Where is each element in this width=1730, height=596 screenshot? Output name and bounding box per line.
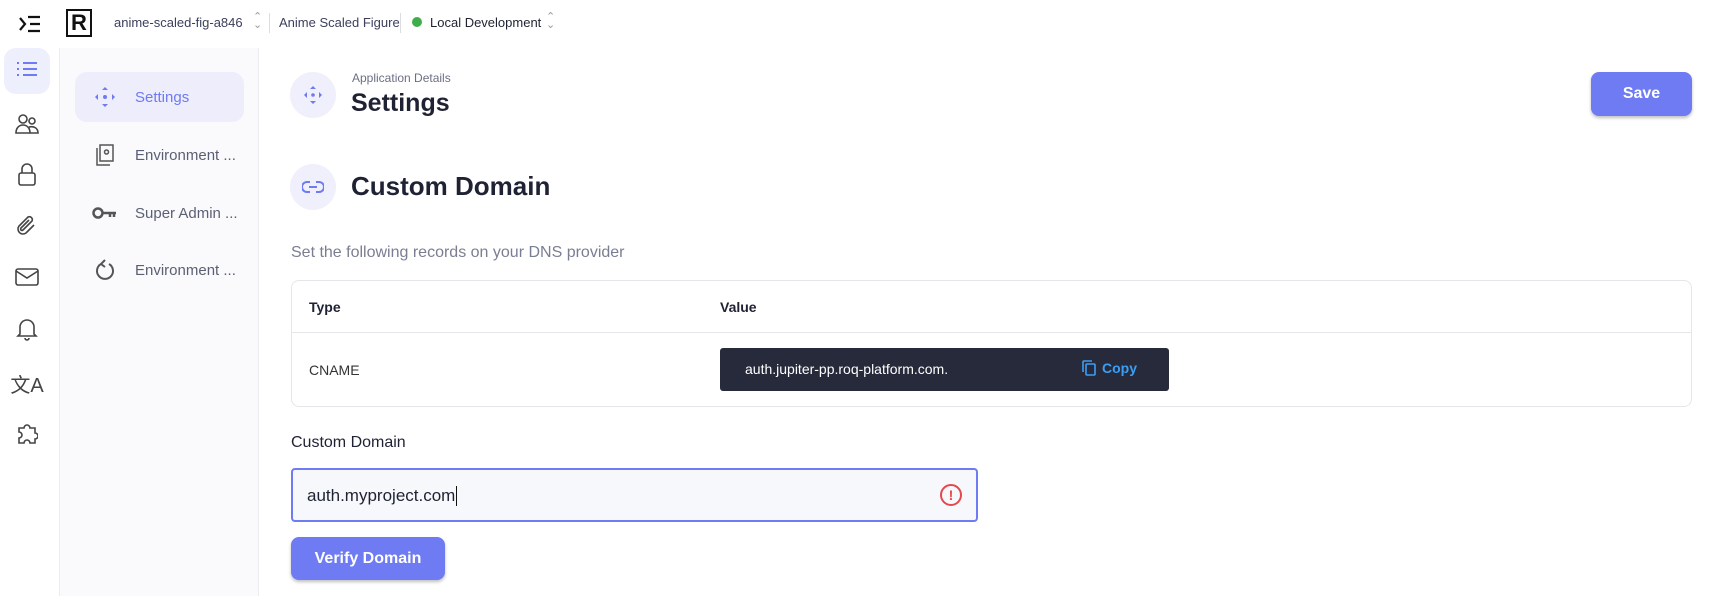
custom-domain-value: auth.myproject.com <box>307 486 458 506</box>
settings-sidebar: Settings Environment ... Super Admin ...… <box>60 48 259 596</box>
paperclip-icon <box>16 214 38 243</box>
lock-icon <box>17 162 37 192</box>
breadcrumb: Application Details <box>352 71 451 85</box>
verify-domain-button[interactable]: Verify Domain <box>291 537 445 580</box>
divider <box>269 13 270 33</box>
link-icon <box>302 181 324 193</box>
column-header-type: Type <box>309 299 341 315</box>
bell-icon <box>16 317 38 346</box>
move-icon <box>304 86 322 104</box>
nav-files[interactable] <box>4 205 50 251</box>
key-icon <box>85 205 125 221</box>
nav-security[interactable] <box>4 154 50 200</box>
chevron-updown-icon[interactable]: ⌃ ⌄ <box>253 12 262 31</box>
column-header-value: Value <box>720 299 757 315</box>
dns-records-table: Type Value CNAME auth.jupiter-pp.roq-pla… <box>291 280 1692 407</box>
collapse-menu-icon[interactable] <box>18 13 42 35</box>
record-value: auth.jupiter-pp.roq-platform.com. <box>745 361 949 377</box>
page-title: Settings <box>351 89 450 117</box>
custom-domain-header-icon <box>290 164 336 210</box>
users-icon <box>15 113 39 140</box>
error-icon: ! <box>940 484 962 506</box>
mail-icon <box>15 267 39 292</box>
copy-label: Copy <box>1102 360 1137 376</box>
nav-users[interactable] <box>4 103 50 149</box>
save-button[interactable]: Save <box>1591 72 1692 116</box>
sidebar-item-settings[interactable]: Settings <box>75 72 244 122</box>
record-value-box: auth.jupiter-pp.roq-platform.com. Copy <box>720 348 1169 391</box>
list-icon <box>16 60 38 83</box>
nav-list[interactable] <box>4 48 50 94</box>
icon-rail: 文A <box>0 48 60 596</box>
top-bar: R anime-scaled-fig-a846 ⌃ ⌄ Anime Scaled … <box>0 0 1730 48</box>
settings-header-icon <box>290 72 336 118</box>
puzzle-icon <box>16 422 39 449</box>
logo: R <box>66 9 92 37</box>
move-icon <box>85 85 125 109</box>
environment-config-icon <box>85 143 125 167</box>
refresh-icon <box>85 259 125 281</box>
nav-integrations[interactable] <box>4 412 50 458</box>
translate-icon: 文A <box>10 374 44 397</box>
sidebar-item-environment-reset[interactable]: Environment ... <box>75 245 244 295</box>
environment-status-dot <box>412 17 422 27</box>
nav-mail[interactable] <box>4 256 50 302</box>
project-selector[interactable]: anime-scaled-fig-a846 <box>114 15 243 30</box>
section-title: Custom Domain <box>351 171 551 201</box>
chevron-updown-icon[interactable]: ⌃ ⌄ <box>546 12 555 31</box>
copy-button[interactable]: Copy <box>1082 360 1137 376</box>
nav-translations[interactable]: 文A <box>4 360 50 406</box>
project-name: Anime Scaled Figure <box>279 15 400 30</box>
nav-notifications[interactable] <box>4 308 50 354</box>
dns-instructions: Set the following records on your DNS pr… <box>291 244 625 261</box>
custom-domain-input[interactable]: auth.myproject.com ! <box>291 468 978 522</box>
environment-selector[interactable]: Local Development <box>430 15 541 30</box>
record-type: CNAME <box>309 362 360 378</box>
divider <box>400 13 401 33</box>
sidebar-item-environment-config[interactable]: Environment ... <box>75 130 244 180</box>
custom-domain-label: Custom Domain <box>291 434 406 451</box>
copy-icon <box>1082 360 1096 376</box>
sidebar-item-super-admin[interactable]: Super Admin ... <box>75 188 244 238</box>
